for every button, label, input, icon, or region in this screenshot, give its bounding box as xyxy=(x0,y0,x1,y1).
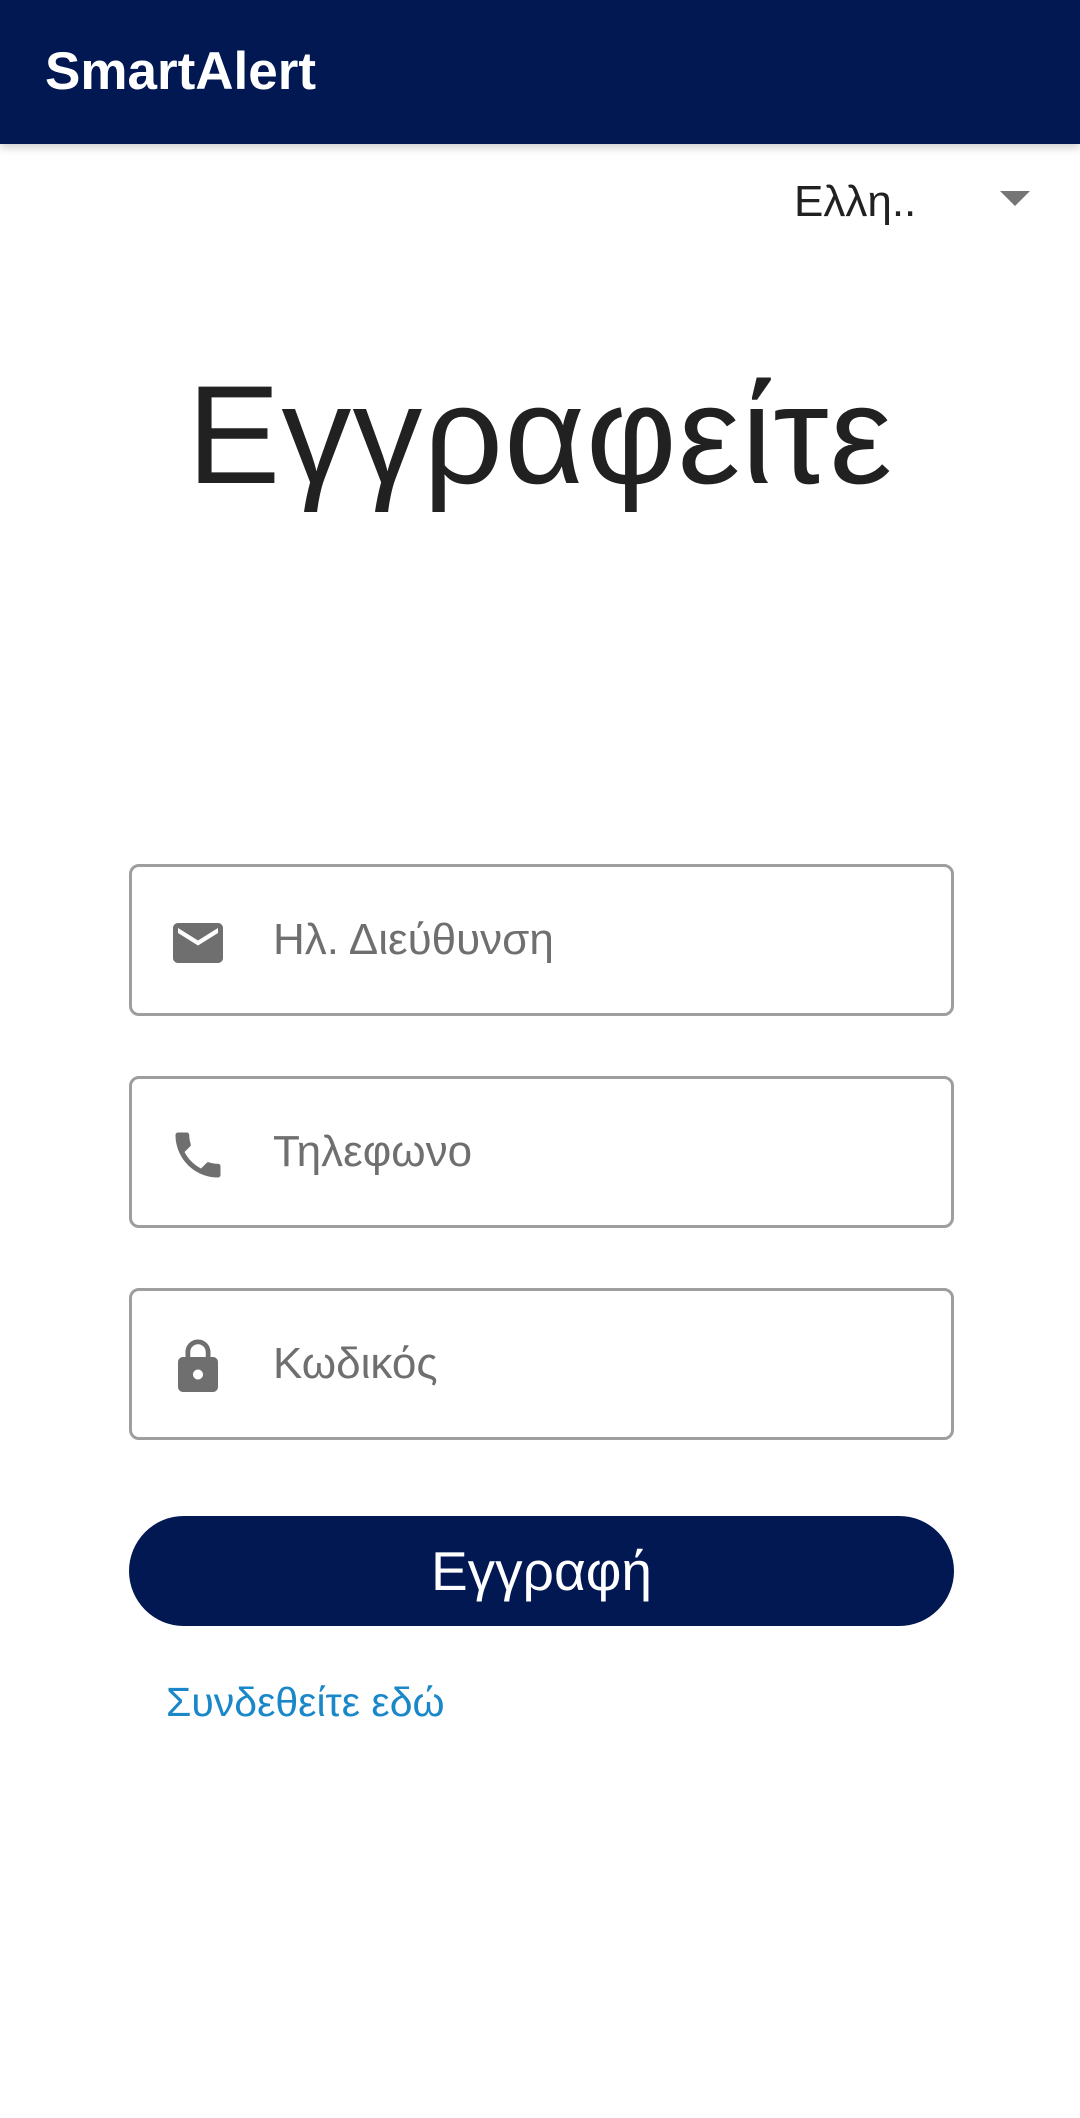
language-dropdown[interactable]: Ελλη.. xyxy=(780,164,1050,234)
page-title: Εγγραφείτε xyxy=(187,356,893,513)
password-field[interactable] xyxy=(129,1288,954,1440)
phone-input[interactable] xyxy=(273,1079,933,1225)
dropdown-arrow-icon xyxy=(1000,191,1030,206)
email-field[interactable] xyxy=(129,864,954,1016)
app-title: SmartAlert xyxy=(45,42,316,101)
language-selected-value: Ελλη.. xyxy=(794,177,917,226)
email-input[interactable] xyxy=(273,867,933,1013)
register-button[interactable]: Εγγραφή xyxy=(129,1516,954,1626)
lock-icon xyxy=(168,1337,228,1397)
app-bar: SmartAlert xyxy=(0,0,1080,144)
login-link[interactable]: Συνδεθείτε εδώ xyxy=(166,1676,445,1728)
phone-field[interactable] xyxy=(129,1076,954,1228)
email-icon xyxy=(168,913,228,973)
phone-icon xyxy=(168,1125,228,1185)
password-input[interactable] xyxy=(273,1291,933,1437)
